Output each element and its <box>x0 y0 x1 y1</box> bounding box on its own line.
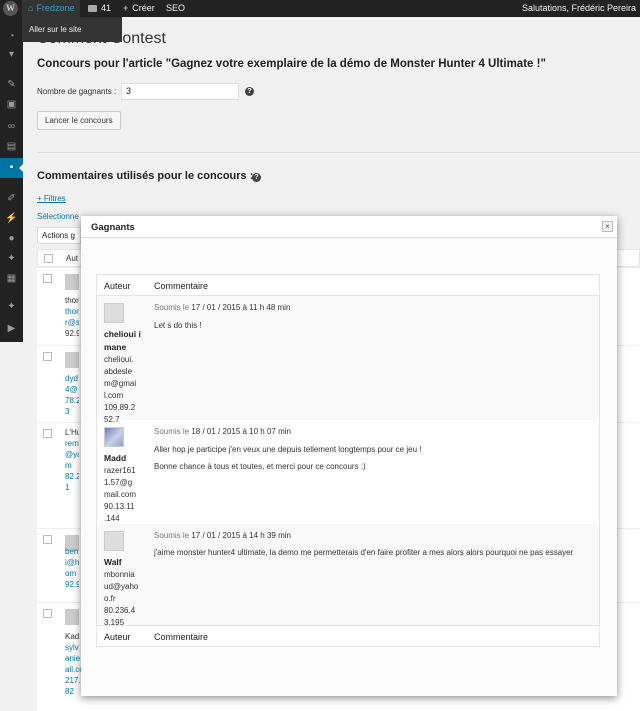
new-label: Créer <box>132 3 155 13</box>
avatar <box>104 303 124 323</box>
submitted-date: Soumis le 17 / 01 / 2015 à 11 h 48 min <box>154 303 291 312</box>
select-all-checkbox[interactable] <box>44 254 53 263</box>
home-icon: ⌂ <box>28 3 34 13</box>
seo-menu[interactable]: SEO <box>166 0 185 17</box>
avatar <box>65 352 79 368</box>
winner-comment: Bonne chance à tous et toutes, et merci … <box>154 462 366 471</box>
tools-icon[interactable]: ✦ <box>5 253 18 264</box>
contest-subtitle: Concours pour l'article "Gagnez votre ex… <box>37 58 546 70</box>
divider <box>37 152 640 153</box>
link-icon[interactable]: ∞ <box>5 121 18 132</box>
bulk-actions-select[interactable]: Actions g <box>37 227 81 244</box>
row-author-info: thor thor r@s 92.9 <box>65 296 79 338</box>
winner-author: Madd razer161 1.57@g mail.com 90.13.11 .… <box>104 453 137 523</box>
row-checkbox[interactable] <box>43 352 52 361</box>
pin-icon[interactable]: ✎ <box>5 79 18 90</box>
winner-author: chelioui imane chelioui. abdesle m@gmai … <box>104 329 141 424</box>
winner-comment: j'aime monster hunter4 ultimate, la demo… <box>154 548 574 557</box>
admin-bar: W ⌂ Fredzone 41 + Créer SEO Salutations, F… <box>0 0 640 17</box>
winners-count-label: Nombre de gagnants : <box>37 87 117 96</box>
winner-comment: Aller hop je participe j'en veux une dep… <box>154 445 422 454</box>
appearance-icon[interactable]: ✐ <box>5 193 18 204</box>
column-author: Auteur <box>104 281 131 291</box>
row-checkbox[interactable] <box>43 274 52 283</box>
column-comment: Commentaire <box>154 281 209 291</box>
modal-title: Gagnants <box>91 222 135 233</box>
winner-row: chelioui imane chelioui. abdesle m@gmai … <box>97 296 599 424</box>
wordpress-logo-icon[interactable]: W <box>3 1 18 16</box>
launch-contest-button[interactable]: Lancer le concours <box>37 111 121 130</box>
winner-comment: Let s do this ! <box>154 321 202 330</box>
visit-site-link[interactable]: Aller sur le site <box>22 17 122 42</box>
users-icon[interactable]: ● <box>5 233 18 244</box>
help-icon[interactable]: ? <box>245 87 254 96</box>
shield-icon[interactable]: ▾ <box>5 49 18 60</box>
row-author-info: L'Hurem@yam82.21 <box>65 428 79 492</box>
plus-icon: + <box>123 3 129 13</box>
site-name-menu[interactable]: ⌂ Fredzone <box>22 0 81 17</box>
avatar <box>65 609 79 625</box>
settings-icon[interactable]: ▦ <box>5 273 18 284</box>
row-checkbox[interactable] <box>43 429 52 438</box>
media-icon[interactable]: ▣ <box>5 99 18 110</box>
winners-table-footer: Auteur Commentaire <box>97 625 599 646</box>
avatar <box>104 427 124 447</box>
filters-link[interactable]: + Filtres <box>37 194 66 203</box>
row-checkbox[interactable] <box>43 609 52 618</box>
submitted-date: Soumis le 18 / 01 / 2015 à 10 h 07 min <box>154 427 291 436</box>
section-title: Commentaires utilisés pour le concours : <box>37 170 254 182</box>
winner-row: Walf mbonnia ud@yaho o.fr 80.236.4 3.195… <box>97 524 599 627</box>
submitted-date: Soumis le 17 / 01 / 2015 à 14 h 39 min <box>154 531 291 540</box>
comments-menu[interactable]: 41 <box>88 0 111 17</box>
comments-icon[interactable]: ▪ <box>0 158 23 178</box>
row-author-info: ben i@h om 92.9 <box>65 547 79 589</box>
winners-table: Auteur Commentaire chelioui imane chelio… <box>96 274 600 647</box>
avatar <box>104 531 124 551</box>
comment-bubble-icon <box>88 5 97 12</box>
winners-count-input[interactable]: 3 <box>121 83 239 100</box>
modal-header: Gagnants × <box>81 216 617 238</box>
collapse-icon[interactable]: ▶ <box>5 323 18 334</box>
new-content-menu[interactable]: + Créer <box>123 0 155 17</box>
pages-icon[interactable]: ▤ <box>5 141 18 152</box>
dashboard-icon[interactable]: ◔ <box>5 31 18 42</box>
plugins-icon[interactable]: ⚡ <box>5 213 18 224</box>
admin-menu: ◔ ▾ ✎ ▣ ∞ ▤ ▪ ✐ ⚡ ● ✦ ▦ ✦ ▶ <box>0 17 23 342</box>
column-author[interactable]: Aut <box>66 254 80 263</box>
close-icon[interactable]: × <box>602 221 613 232</box>
column-author: Auteur <box>104 632 131 642</box>
row-author-info: dyd 4@ 78.2 3 <box>65 374 79 416</box>
winners-table-header: Auteur Commentaire <box>97 275 599 296</box>
select-link[interactable]: Sélectionnez <box>37 212 79 221</box>
column-comment: Commentaire <box>154 632 209 642</box>
winners-modal: Gagnants × Auteur Commentaire chelioui i… <box>81 216 617 696</box>
twitter-icon[interactable]: ✦ <box>5 301 18 312</box>
winner-author: Walf mbonnia ud@yaho o.fr 80.236.4 3.195 <box>104 557 139 627</box>
user-greeting[interactable]: Salutations, Frédéric Pereira <box>522 0 636 17</box>
help-icon[interactable]: ? <box>252 173 261 182</box>
avatar <box>65 274 79 290</box>
comments-count: 41 <box>101 3 112 13</box>
row-checkbox[interactable] <box>43 535 52 544</box>
winner-row: Madd razer161 1.57@g mail.com 90.13.11 .… <box>97 420 599 524</box>
site-name: Fredzone <box>36 3 75 13</box>
